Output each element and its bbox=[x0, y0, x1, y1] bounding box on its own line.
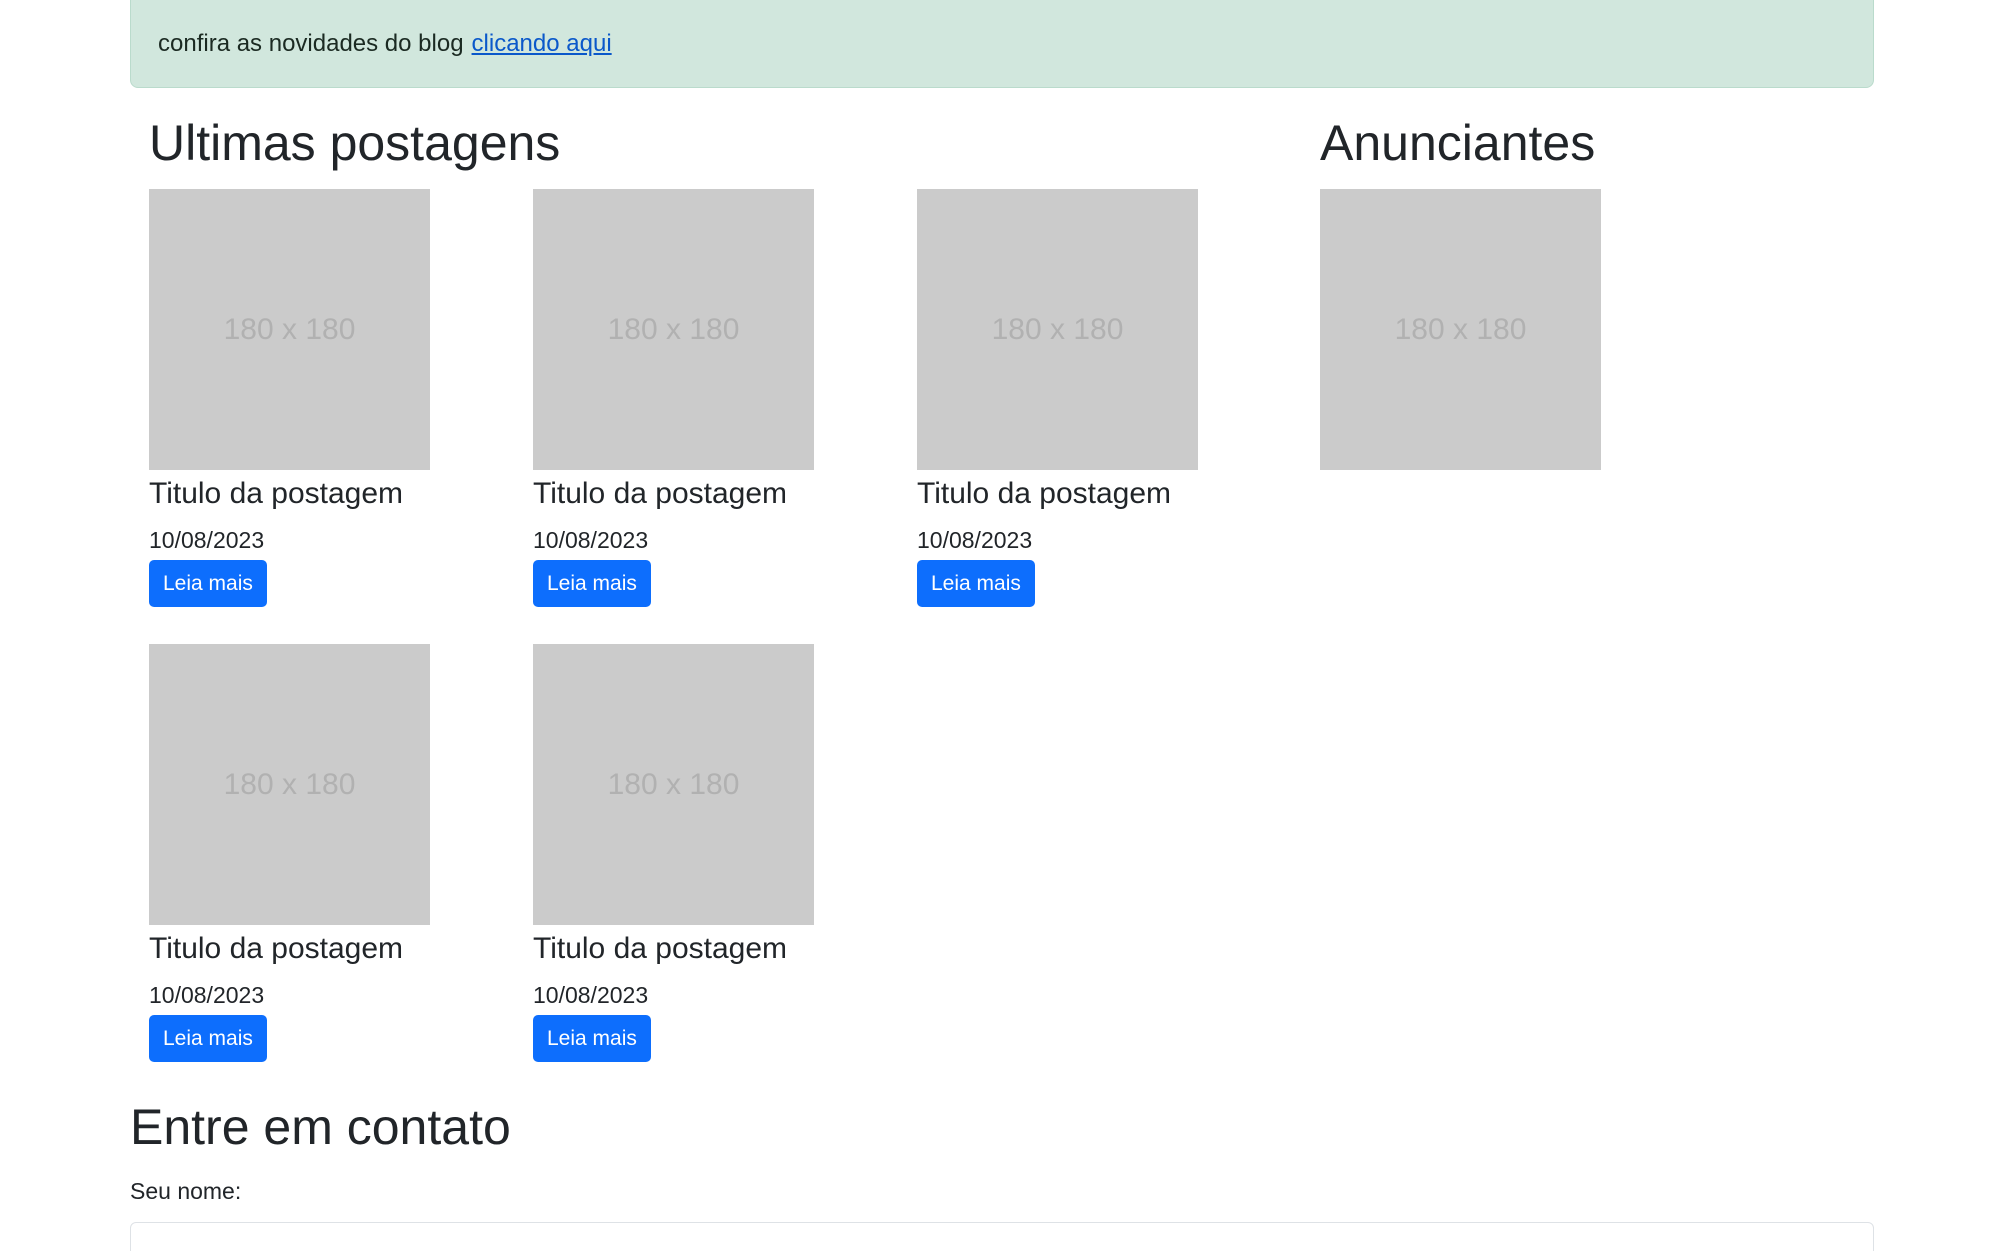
post-card: 180 x 180 Titulo da postagem 10/08/2023 … bbox=[533, 189, 833, 607]
post-card: 180 x 180 Titulo da postagem 10/08/2023 … bbox=[533, 644, 833, 1062]
thumbnail-size-label: 180 x 180 bbox=[991, 312, 1124, 346]
thumbnail-size-label: 180 x 180 bbox=[223, 767, 356, 801]
post-thumbnail: 180 x 180 bbox=[149, 189, 430, 470]
post-date: 10/08/2023 bbox=[533, 982, 649, 1008]
blog-news-alert: confira as novidades do blog clicando aq… bbox=[130, 0, 1874, 88]
alert-text: confira as novidades do blog bbox=[158, 30, 464, 57]
thumbnail-size-label: 180 x 180 bbox=[1394, 312, 1527, 346]
post-card: 180 x 180 Titulo da postagem 10/08/2023 … bbox=[149, 644, 449, 1062]
thumbnail-size-label: 180 x 180 bbox=[607, 767, 740, 801]
thumbnail-size-label: 180 x 180 bbox=[223, 312, 356, 346]
alert-link[interactable]: clicando aqui bbox=[472, 30, 612, 58]
name-label: Seu nome: bbox=[130, 1178, 242, 1204]
read-more-button[interactable]: Leia mais bbox=[149, 560, 267, 607]
read-more-button[interactable]: Leia mais bbox=[149, 1015, 267, 1062]
read-more-button[interactable]: Leia mais bbox=[533, 560, 651, 607]
read-more-button[interactable]: Leia mais bbox=[917, 560, 1035, 607]
post-thumbnail: 180 x 180 bbox=[917, 189, 1198, 470]
post-date: 10/08/2023 bbox=[533, 527, 649, 553]
post-thumbnail: 180 x 180 bbox=[533, 644, 814, 925]
post-title: Titulo da postagem bbox=[149, 932, 404, 965]
post-thumbnail: 180 x 180 bbox=[149, 644, 430, 925]
post-date: 10/08/2023 bbox=[149, 982, 265, 1008]
post-card: 180 x 180 Titulo da postagem 10/08/2023 … bbox=[149, 189, 449, 607]
post-title: Titulo da postagem bbox=[533, 932, 788, 965]
name-input[interactable] bbox=[130, 1222, 1874, 1251]
contact-title: Entre em contato bbox=[130, 1099, 511, 1155]
post-title: Titulo da postagem bbox=[917, 477, 1172, 510]
post-title: Titulo da postagem bbox=[533, 477, 788, 510]
latest-posts-title: Ultimas postagens bbox=[149, 115, 561, 171]
post-thumbnail: 180 x 180 bbox=[533, 189, 814, 470]
post-title: Titulo da postagem bbox=[149, 477, 404, 510]
read-more-button[interactable]: Leia mais bbox=[533, 1015, 651, 1062]
post-card: 180 x 180 Titulo da postagem 10/08/2023 … bbox=[917, 189, 1217, 607]
page: confira as novidades do blog clicando aq… bbox=[0, 0, 2004, 1251]
advertiser-banner[interactable]: 180 x 180 bbox=[1320, 189, 1601, 470]
thumbnail-size-label: 180 x 180 bbox=[607, 312, 740, 346]
post-date: 10/08/2023 bbox=[917, 527, 1033, 553]
post-date: 10/08/2023 bbox=[149, 527, 265, 553]
advertisers-title: Anunciantes bbox=[1320, 115, 1596, 171]
